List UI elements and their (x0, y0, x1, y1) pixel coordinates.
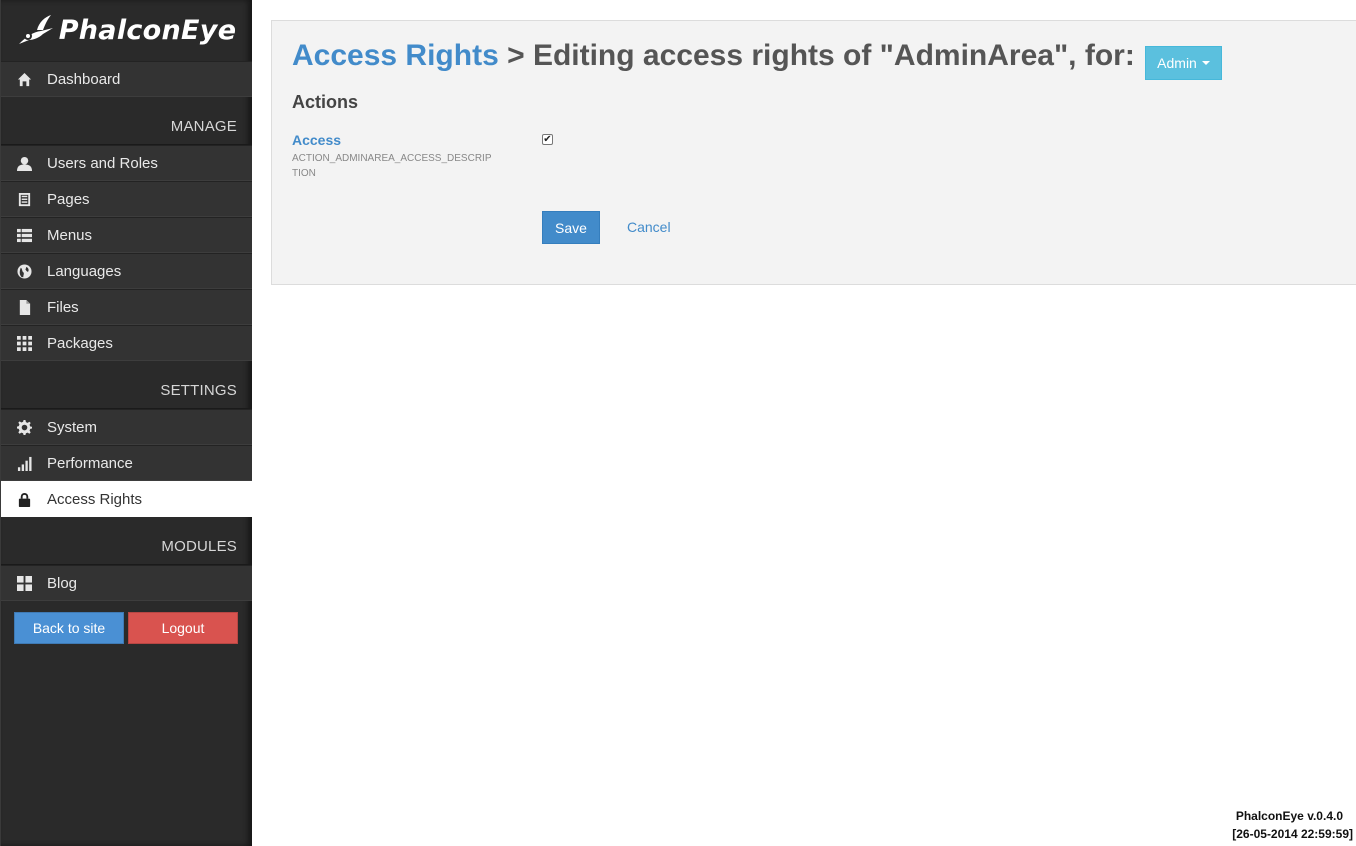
sidebar-item-users-and-roles[interactable]: Users and Roles (1, 145, 252, 181)
permission-description: ACTION_ADMINAREA_ACCESS_DESCRIPTION (292, 153, 492, 179)
home-icon (1, 72, 47, 87)
sidebar-item-label: System (47, 418, 98, 436)
version-text: PhalconEye v.0.4.0 (1235, 809, 1343, 823)
sidebar: PhalconEye Dashboard MANAGE Users and Ro… (0, 0, 252, 846)
logo[interactable]: PhalconEye (1, 0, 252, 61)
tiles-icon (1, 575, 47, 591)
sidebar-item-label: Pages (47, 190, 90, 208)
sidebar-item-label: Menus (47, 226, 93, 244)
globe-icon (1, 263, 47, 279)
section-heading-modules: MODULES (1, 517, 252, 565)
page-title-text: > Editing access rights of "AdminArea", … (498, 39, 1135, 72)
signal-bars-icon (1, 456, 47, 471)
caret-down-icon (1201, 61, 1210, 65)
sidebar-item-pages[interactable]: Pages (1, 181, 252, 217)
lock-icon (1, 492, 47, 507)
list-icon (1, 228, 47, 243)
timestamp-text: [26-05-2014 22:59:59] (1232, 827, 1353, 841)
save-button[interactable]: Save (542, 211, 600, 244)
permission-access-checkbox[interactable]: ✔ (542, 134, 553, 145)
cancel-link[interactable]: Cancel (627, 219, 671, 235)
sidebar-item-label: Files (47, 298, 79, 316)
sidebar-item-label: Performance (47, 454, 133, 472)
sidebar-item-label: Blog (47, 574, 78, 592)
sidebar-item-label: Dashboard (47, 70, 121, 88)
edit-access-panel: Access Rights > Editing access rights of… (271, 20, 1356, 285)
sidebar-item-label: Access Rights (47, 490, 143, 508)
sidebar-item-languages[interactable]: Languages (1, 253, 252, 289)
sidebar-item-packages[interactable]: Packages (1, 325, 252, 361)
sidebar-item-blog[interactable]: Blog (1, 565, 252, 601)
sidebar-item-access-rights[interactable]: Access Rights (1, 481, 252, 517)
sidebar-item-label: Languages (47, 262, 122, 280)
file-icon (1, 299, 47, 315)
grid-icon (1, 335, 47, 351)
falcon-logo-icon (18, 14, 53, 44)
back-to-site-button[interactable]: Back to site (14, 612, 124, 644)
logout-button[interactable]: Logout (128, 612, 238, 644)
page-title: Access Rights > Editing access rights of… (292, 39, 1135, 73)
actions-heading: Actions (292, 92, 359, 112)
sidebar-item-dashboard[interactable]: Dashboard (1, 61, 252, 97)
role-dropdown-label: Admin (1157, 55, 1197, 71)
sidebar-item-menus[interactable]: Menus (1, 217, 252, 253)
gear-icon (1, 419, 47, 435)
sidebar-item-system[interactable]: System (1, 409, 252, 445)
page-list-icon (1, 192, 47, 207)
sidebar-item-label: Packages (47, 334, 113, 352)
breadcrumb-access-rights-link[interactable]: Access Rights (292, 39, 499, 72)
permission-label: Access (292, 132, 342, 148)
sidebar-item-performance[interactable]: Performance (1, 445, 252, 481)
user-icon (1, 156, 47, 171)
sidebar-item-label: Users and Roles (47, 154, 158, 172)
sidebar-item-files[interactable]: Files (1, 289, 252, 325)
role-dropdown[interactable]: Admin (1145, 46, 1222, 80)
checkmark-icon: ✔ (543, 133, 552, 145)
logo-text: PhalconEye (58, 15, 237, 46)
footer: PhalconEye v.0.4.0 [26-05-2014 22:59:59] (1232, 807, 1353, 843)
sidebar-buttons: Back to site Logout (1, 601, 252, 655)
section-heading-settings: SETTINGS (1, 361, 252, 409)
section-heading-manage: MANAGE (1, 97, 252, 145)
